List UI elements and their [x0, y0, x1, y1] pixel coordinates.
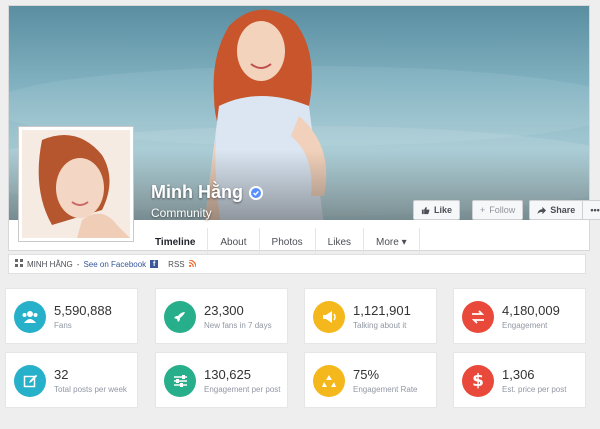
tab-more[interactable]: More ▾ [364, 228, 420, 256]
stat-card-posts-per-week: 32 Total posts per week [5, 352, 138, 408]
stat-label: Total posts per week [54, 385, 127, 394]
stat-card-price-per-post: $ 1,306 Est. price per post [453, 352, 586, 408]
recycle-icon [313, 365, 345, 397]
profile-picture[interactable] [18, 126, 134, 242]
facebook-icon: f [150, 260, 159, 268]
stat-value: 130,625 [204, 367, 251, 382]
exchange-icon [462, 301, 494, 333]
stat-label: Engagement [502, 321, 548, 330]
rocket-icon [164, 301, 196, 333]
share-arrow-icon [537, 206, 547, 214]
stat-label: Engagement Rate [353, 385, 418, 394]
stat-card-talking-about: 1,121,901 Talking about it [304, 288, 437, 344]
stat-label: Talking about it [353, 321, 407, 330]
rss-link[interactable]: RSS [168, 260, 184, 269]
avatar-image [22, 130, 130, 238]
page-actions: Like + Follow Share ••• [413, 200, 600, 220]
like-button[interactable]: Like [413, 200, 461, 220]
stat-value: 4,180,009 [502, 303, 560, 318]
share-button[interactable]: Share [529, 200, 584, 220]
tab-photos[interactable]: Photos [260, 228, 316, 256]
tab-about[interactable]: About [208, 228, 260, 256]
stat-card-new-fans: 23,300 New fans in 7 days [155, 288, 288, 344]
stat-label: Est. price per post [502, 385, 567, 394]
users-icon [14, 301, 46, 333]
stat-label: Fans [54, 321, 72, 330]
like-button-label: Like [434, 205, 453, 215]
avatar-person-image [22, 130, 130, 238]
stat-card-fans: 5,590,888 Fans [5, 288, 138, 344]
stat-value: 5,590,888 [54, 303, 112, 318]
share-button-label: Share [550, 205, 576, 215]
stat-card-engagement: 4,180,009 Engagement [453, 288, 586, 344]
thumbs-up-icon [421, 206, 430, 214]
sliders-icon [164, 365, 196, 397]
stat-card-engagement-per-post: 130,625 Engagement per post [155, 352, 288, 408]
page-category: Community [151, 206, 212, 220]
follow-button[interactable]: + Follow [472, 200, 524, 220]
edit-icon [14, 365, 46, 397]
stat-label: Engagement per post [204, 385, 281, 394]
stat-label: New fans in 7 days [204, 321, 272, 330]
verified-badge-icon [249, 185, 263, 200]
more-options-button[interactable]: ••• [583, 200, 600, 220]
info-separator: - [76, 259, 80, 269]
grid-icon [15, 259, 23, 269]
share-more-group: Share ••• [529, 200, 600, 220]
megaphone-icon [313, 301, 345, 333]
ellipsis-icon: ••• [590, 205, 600, 215]
see-on-facebook-link[interactable]: See on Facebook [83, 260, 146, 269]
stat-value: 32 [54, 367, 69, 382]
dollar-icon: $ [462, 365, 494, 397]
stat-value: 1,306 [502, 367, 535, 382]
stat-value: 23,300 [204, 303, 244, 318]
page-info-bar: MINH HẰNG - See on Facebook f RSS [8, 254, 586, 274]
stat-value: 1,121,901 [353, 303, 411, 318]
tab-likes[interactable]: Likes [316, 228, 365, 256]
page-tabs: Timeline About Photos Likes More ▾ [143, 228, 420, 256]
rss-icon [188, 258, 197, 269]
stat-card-engagement-rate: 75% Engagement Rate [304, 352, 437, 408]
page-root: Minh Hằng Community Like + Follow Share [0, 0, 600, 429]
plus-icon: + [480, 205, 486, 215]
page-name[interactable]: Minh Hằng [151, 182, 263, 203]
info-page-name: MINH HẰNG [27, 259, 73, 269]
page-name-text[interactable]: Minh Hằng [151, 182, 243, 203]
tab-timeline[interactable]: Timeline [143, 228, 209, 256]
stat-value: 75% [353, 367, 380, 382]
follow-button-label: Follow [489, 205, 516, 215]
